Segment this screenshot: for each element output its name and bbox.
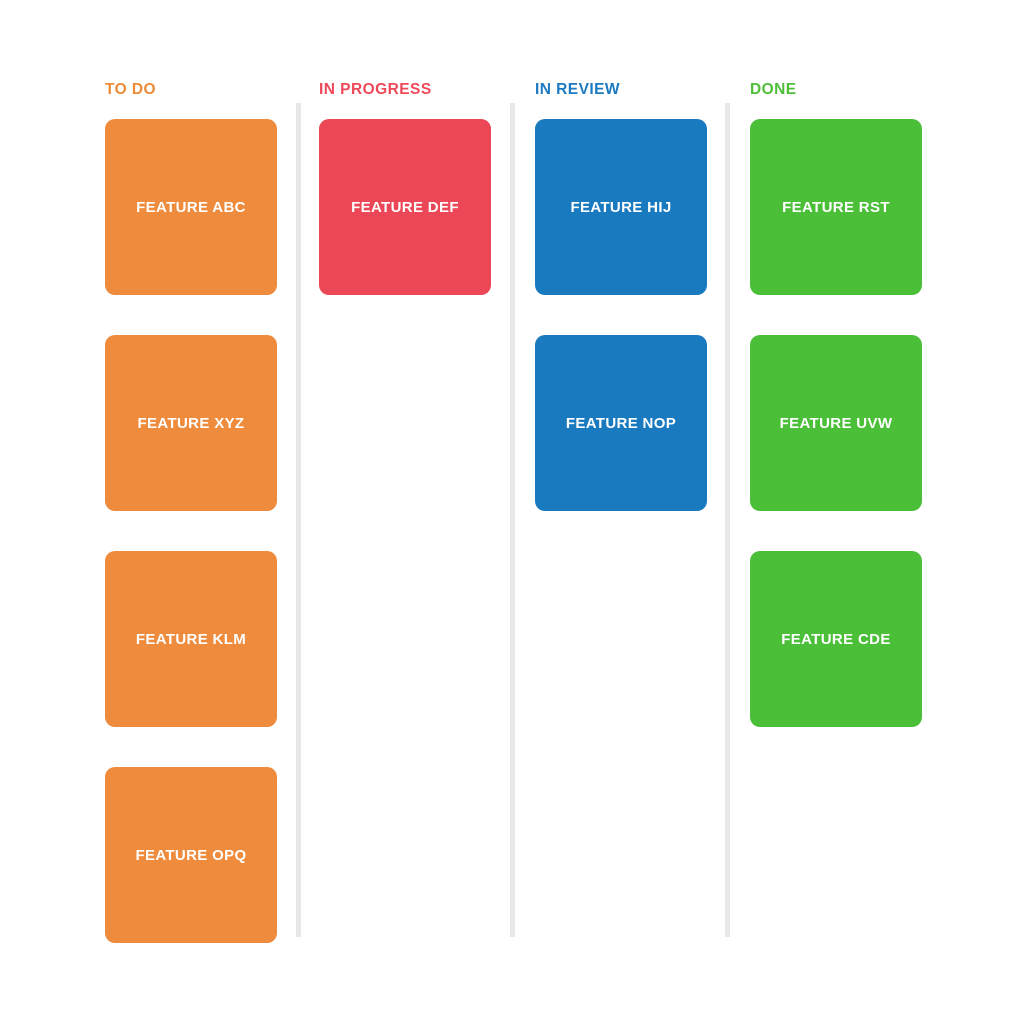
card-label: FEATURE NOP [565,415,677,432]
kanban-board: TO DO FEATURE ABC FEATURE XYZ FEATURE KL… [0,0,1025,1017]
card-label: FEATURE HIJ [570,199,672,216]
card[interactable]: FEATURE CDE [750,551,922,727]
card[interactable]: FEATURE RST [750,119,922,295]
card-label: FEATURE DEF [351,199,459,216]
card-label: FEATURE XYZ [137,415,245,432]
card-label: FEATURE RST [782,199,890,216]
card-label: FEATURE KLM [135,631,247,648]
card-label: FEATURE OPQ [135,847,247,864]
column-header-done: DONE [750,81,797,98]
kanban-column-to-do: TO DO FEATURE ABC FEATURE XYZ FEATURE KL… [105,0,295,1017]
card[interactable]: FEATURE XYZ [105,335,277,511]
card-label: FEATURE CDE [781,631,891,648]
kanban-column-in-progress: IN PROGRESS FEATURE DEF [319,0,509,1017]
card[interactable]: FEATURE HIJ [535,119,707,295]
column-header-in-review: IN REVIEW [535,81,621,98]
column-divider [725,103,730,937]
kanban-column-in-review: IN REVIEW FEATURE HIJ FEATURE NOP [535,0,725,1017]
column-header-in-progress: IN PROGRESS [319,81,432,98]
card-stack-in-review: FEATURE HIJ FEATURE NOP [535,119,707,511]
card-stack-done: FEATURE RST FEATURE UVW FEATURE CDE [750,119,922,727]
column-divider [296,103,301,937]
card-label: FEATURE UVW [779,415,893,432]
card[interactable]: FEATURE UVW [750,335,922,511]
card[interactable]: FEATURE KLM [105,551,277,727]
card[interactable]: FEATURE ABC [105,119,277,295]
column-divider [510,103,515,937]
card-stack-to-do: FEATURE ABC FEATURE XYZ FEATURE KLM FEAT… [105,119,277,943]
card[interactable]: FEATURE DEF [319,119,491,295]
card-stack-in-progress: FEATURE DEF [319,119,491,295]
kanban-column-done: DONE FEATURE RST FEATURE UVW FEATURE CDE [750,0,940,1017]
card-label: FEATURE ABC [136,199,246,216]
column-header-to-do: TO DO [105,81,157,98]
card[interactable]: FEATURE NOP [535,335,707,511]
card[interactable]: FEATURE OPQ [105,767,277,943]
